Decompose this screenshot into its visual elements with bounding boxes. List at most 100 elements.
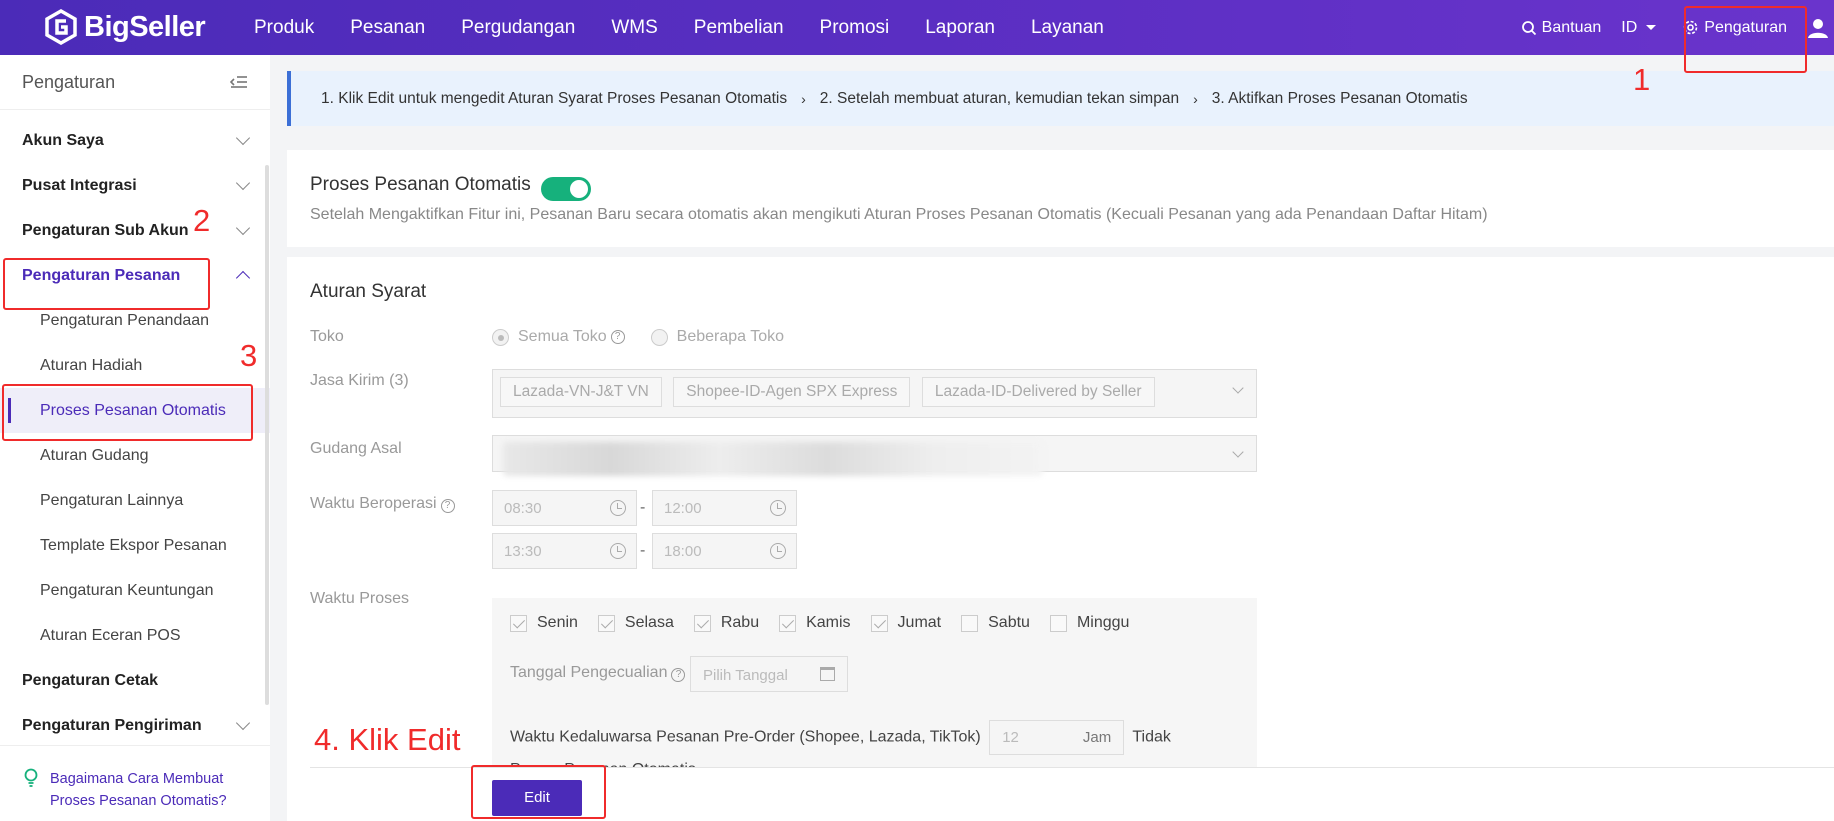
sidebar-group-akun-saya[interactable]: Akun Saya: [0, 118, 270, 163]
annotation-step-4: 4. Klik Edit: [314, 722, 461, 757]
chevron-down-icon: [235, 220, 251, 236]
sidebar-group-sub-akun[interactable]: Pengaturan Sub Akun: [0, 208, 270, 253]
language-label: ID: [1621, 18, 1638, 36]
checkbox-selasa[interactable]: Selasa: [597, 614, 674, 632]
gudang-asal-select[interactable]: [492, 435, 1257, 476]
user-icon: [1808, 18, 1828, 38]
logo-text: BigSeller: [84, 10, 206, 43]
step-1-text: 1. Klik Edit untuk mengedit Aturan Syara…: [321, 89, 788, 107]
radio-semua-toko[interactable]: [492, 328, 509, 346]
annotation-number-3: 3: [240, 338, 258, 373]
toko-radio-group: Semua Toko ? Beberapa Toko: [492, 328, 784, 346]
sidebar-scrollbar[interactable]: [265, 165, 269, 705]
weekday-checkboxes: Senin Selasa Rabu Kamis Jumat Sabtu Ming…: [510, 614, 1149, 632]
steps-banner: 1. Klik Edit untuk mengedit Aturan Syara…: [287, 71, 1834, 126]
auto-process-title: Proses Pesanan Otomatis: [310, 174, 531, 195]
exception-date-picker[interactable]: Pilih Tanggal: [690, 656, 848, 692]
help-article-text: Bagaimana Cara Membuat Proses Pesanan Ot…: [50, 771, 227, 809]
nav-laporan[interactable]: Laporan: [925, 17, 995, 39]
shipping-tag: Lazada-VN-J&T VN: [500, 377, 662, 407]
blurred-warehouse-value: [503, 442, 1043, 476]
sidebar-group-pengaturan-pengiriman[interactable]: Pengaturan Pengiriman: [0, 703, 270, 748]
annotation-number-1: 1: [1633, 62, 1651, 97]
nav-pembelian[interactable]: Pembelian: [694, 17, 784, 39]
time-separator: -: [640, 499, 646, 516]
time-start-1[interactable]: 08:30: [492, 490, 637, 526]
sidebar-item-aturan-eceran-pos[interactable]: Aturan Eceran POS: [0, 613, 270, 658]
search-icon: [1521, 20, 1536, 35]
day-label: Senin: [537, 614, 578, 631]
checkbox-kamis[interactable]: Kamis: [779, 614, 851, 632]
help-link[interactable]: Bantuan: [1521, 19, 1601, 37]
checkbox-minggu[interactable]: Minggu: [1049, 614, 1129, 632]
nav-pergudangan[interactable]: Pergudangan: [461, 17, 575, 39]
nav-produk[interactable]: Produk: [254, 17, 314, 39]
annotation-box-auto-process: [2, 384, 253, 441]
day-label: Selasa: [624, 614, 674, 631]
checkbox-unchecked: [961, 614, 979, 632]
collapse-menu-icon[interactable]: [230, 75, 248, 89]
help-circle-icon[interactable]: ?: [671, 668, 686, 682]
sidebar-group-label: Pengaturan Cetak: [22, 671, 159, 689]
sidebar-group-label: Pengaturan Pengiriman: [22, 716, 202, 734]
time-separator: -: [640, 542, 646, 559]
exception-date-text: Tanggal Pengecualian: [510, 664, 668, 681]
waktu-beroperasi-label: Waktu Beroperasi?: [310, 495, 455, 513]
help-circle-icon[interactable]: ?: [610, 330, 625, 344]
day-label: Kamis: [806, 614, 851, 631]
checkbox-checked: [870, 614, 888, 632]
checkbox-checked: [597, 614, 615, 632]
checkbox-senin[interactable]: Senin: [510, 614, 578, 632]
nav-pesanan[interactable]: Pesanan: [350, 17, 425, 39]
waktu-proses-label: Waktu Proses: [310, 590, 409, 607]
jasa-kirim-label: Jasa Kirim (3): [310, 372, 409, 389]
radio-beberapa-toko[interactable]: [650, 328, 668, 346]
lightbulb-icon: [24, 768, 38, 787]
time-start-2[interactable]: 13:30: [492, 533, 637, 569]
annotation-number-2: 2: [193, 203, 211, 238]
time-end-2[interactable]: 18:00: [652, 533, 797, 569]
annotation-box-settings: [1684, 6, 1807, 73]
sidebar-title: Pengaturan: [22, 71, 116, 92]
sidebar-group-label: Akun Saya: [22, 131, 104, 149]
time-value: 13:30: [504, 543, 542, 560]
day-label: Sabtu: [988, 614, 1030, 631]
chevron-down-icon: [1232, 446, 1244, 458]
bigseller-logo[interactable]: BigSeller: [44, 8, 206, 46]
chevron-up-icon: [235, 270, 251, 286]
sidebar-item-aturan-hadiah[interactable]: Aturan Hadiah: [0, 343, 270, 388]
help-circle-icon[interactable]: ?: [440, 499, 455, 513]
clock-icon: [770, 543, 786, 559]
language-selector[interactable]: ID: [1621, 19, 1662, 37]
nav-layanan[interactable]: Layanan: [1031, 17, 1104, 39]
gudang-asal-label: Gudang Asal: [310, 440, 402, 457]
jasa-kirim-select[interactable]: Lazada-VN-J&T VN Shopee-ID-Agen SPX Expr…: [492, 369, 1257, 418]
time-value: 12:00: [664, 500, 702, 517]
checkbox-checked: [693, 614, 711, 632]
sidebar-group-pusat-integrasi[interactable]: Pusat Integrasi: [0, 163, 270, 208]
sidebar-header: Pengaturan: [0, 55, 270, 110]
sidebar-item-pengaturan-keuntungan[interactable]: Pengaturan Keuntungan: [0, 568, 270, 613]
sidebar-item-template-ekspor[interactable]: Template Ekspor Pesanan: [0, 523, 270, 568]
auto-process-toggle[interactable]: [541, 177, 591, 201]
nav-promosi[interactable]: Promosi: [820, 17, 890, 39]
sidebar-item-pengaturan-lainnya[interactable]: Pengaturan Lainnya: [0, 478, 270, 523]
preorder-hours-value: 12: [1002, 729, 1019, 746]
day-label: Rabu: [720, 614, 760, 631]
nav-wms[interactable]: WMS: [611, 17, 657, 39]
checkbox-unchecked: [1049, 614, 1067, 632]
sidebar-group-pengaturan-cetak[interactable]: Pengaturan Cetak: [0, 658, 270, 703]
help-article-link[interactable]: Bagaimana Cara Membuat Proses Pesanan Ot…: [0, 745, 270, 821]
checkbox-checked: [779, 614, 797, 632]
checkbox-sabtu[interactable]: Sabtu: [961, 614, 1030, 632]
preorder-prefix: Waktu Kedaluwarsa Pesanan Pre-Order (Sho…: [510, 728, 981, 746]
clock-icon: [610, 543, 626, 559]
time-end-1[interactable]: 12:00: [652, 490, 797, 526]
chevron-down-icon: [1232, 382, 1244, 394]
radio-beberapa-toko-label: Beberapa Toko: [676, 328, 784, 345]
checkbox-rabu[interactable]: Rabu: [693, 614, 760, 632]
user-avatar[interactable]: [1807, 17, 1834, 39]
preorder-hours-input[interactable]: 12 Jam: [989, 720, 1125, 755]
top-navigation-bar: BigSeller Produk Pesanan Pergudangan WMS…: [0, 0, 1834, 55]
checkbox-jumat[interactable]: Jumat: [870, 614, 941, 632]
